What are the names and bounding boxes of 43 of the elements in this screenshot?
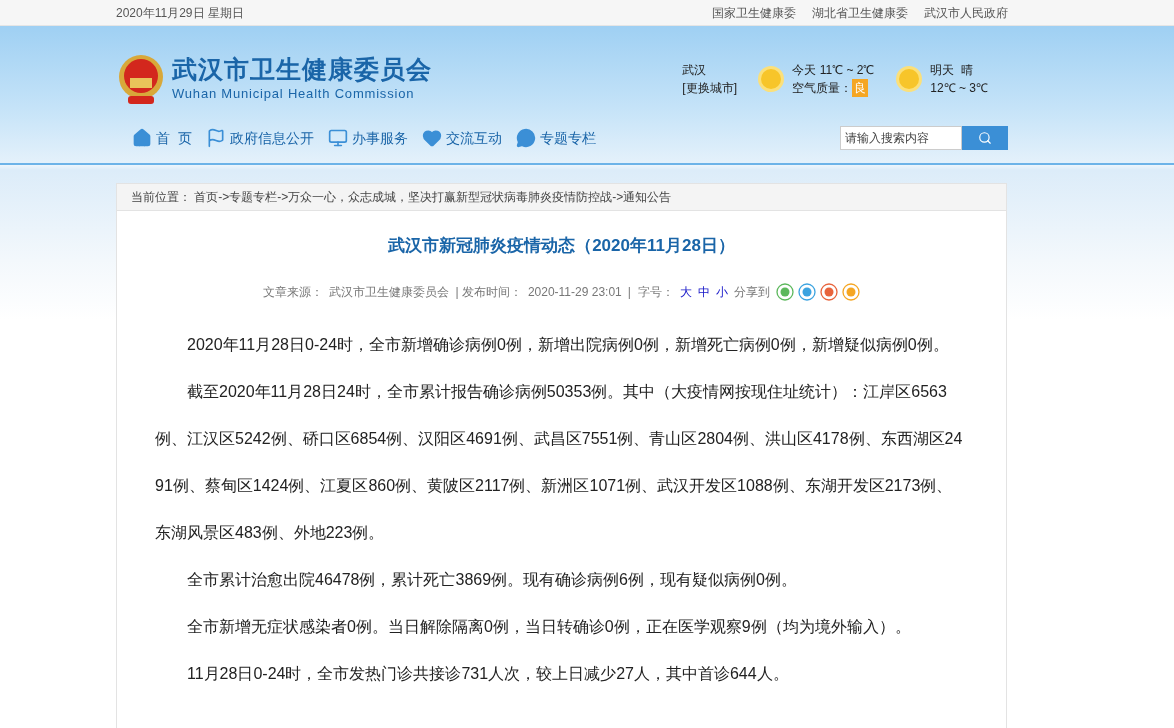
- article-paragraph: 截至2020年11月28日24时，全市累计报告确诊病例50353例。其中（大疫情网按现住址统计）：江岸区6563例、江汉区5242例、硚口区6854例、汉阳区4691例、武昌区7551例、青山区2804例、洪山区4178例、东西湖区2491例、蔡甸区1424例、江夏区860例、黄陂区2117例、新洲区1071例、武汉开发区1088例、东湖开发区2173例、东湖风景区483例、外地223例。: [155, 381, 964, 543]
- site-subtitle: Wuhan Municipal Health Commission: [172, 85, 416, 104]
- font-size-link[interactable]: 大: [679, 282, 692, 301]
- breadcrumb-text: 当前位置： 首页->专题专栏->万众一心，众志成城，坚决打赢新型冠状病毒肺炎疫情防控战->通知公告: [131, 189, 672, 206]
- air-quality-badge: 良: [852, 79, 869, 97]
- font-size-link[interactable]: 中: [697, 282, 710, 301]
- search-button[interactable]: [962, 126, 1008, 150]
- article-title: 武汉市新冠肺炎疫情动态（2020年11月28日）: [387, 235, 736, 257]
- share-label: 分享到: [733, 283, 770, 301]
- article-paragraph: 11月28日0-24时，全市发热门诊共接诊731人次，较上日减少27人，其中首诊644人。: [186, 663, 790, 684]
- top-link[interactable]: 湖北省卫生健康委: [812, 3, 908, 22]
- change-city-link[interactable]: [更换城市]: [682, 79, 751, 97]
- article-paragraph: 2020年11月28日0-24时，全市新增确诊病例0例，新增出院病例0例，新增死亡病例0例，新增疑似病例0例。: [186, 334, 950, 355]
- air-quality-label: 空气质量：: [792, 80, 853, 97]
- source-label: 文章来源：: [263, 283, 324, 301]
- city-text: 武汉: [682, 62, 708, 79]
- nav-link[interactable]: 政府信息公开: [205, 127, 314, 149]
- tomorrow-weather: 明天 晴: [930, 62, 974, 79]
- top-link[interactable]: 武汉市人民政府: [924, 3, 1008, 22]
- search-field[interactable]: 请输入搜索内容: [840, 126, 962, 150]
- time-label: | 发布时间：: [455, 283, 522, 301]
- today-weather: 今天 11℃ ~ 2℃: [792, 62, 876, 79]
- time-text: 2020-11-29 23:01: [527, 283, 622, 301]
- date-text: 2020年11月29日 星期日: [116, 4, 244, 22]
- article-paragraph: 全市新增无症状感染者0例。当日解除隔离0例，当日转确诊0例，正在医学观察9例（均为境外输入）。: [186, 616, 912, 637]
- font-size-label: | 字号：: [627, 283, 674, 301]
- search-icon: [978, 131, 992, 145]
- nav-link[interactable]: 专题专栏: [515, 127, 596, 149]
- article-paragraph: 全市累计治愈出院46478例，累计死亡3869例。现有确诊病例6例，现有疑似病例0例。: [186, 569, 798, 590]
- nav-link[interactable]: 交流互动: [421, 127, 502, 149]
- nav-link[interactable]: 办事服务: [327, 127, 408, 149]
- font-size-link[interactable]: 小: [715, 282, 728, 301]
- tomorrow-temperature: 12℃ ~ 3℃: [930, 80, 988, 97]
- monitor-icon: [327, 128, 348, 148]
- chat-icon: [515, 128, 536, 148]
- emblem-icon: [116, 52, 166, 106]
- heart-icon: [421, 128, 442, 148]
- nav-link[interactable]: 首 页: [132, 127, 192, 149]
- top-link[interactable]: 国家卫生健康委: [712, 3, 796, 22]
- source-text: 武汉市卫生健康委员会: [329, 283, 450, 301]
- home-icon: [132, 128, 152, 148]
- site-title: 武汉市卫生健康委员会: [172, 54, 432, 85]
- sun-icon: [894, 64, 925, 94]
